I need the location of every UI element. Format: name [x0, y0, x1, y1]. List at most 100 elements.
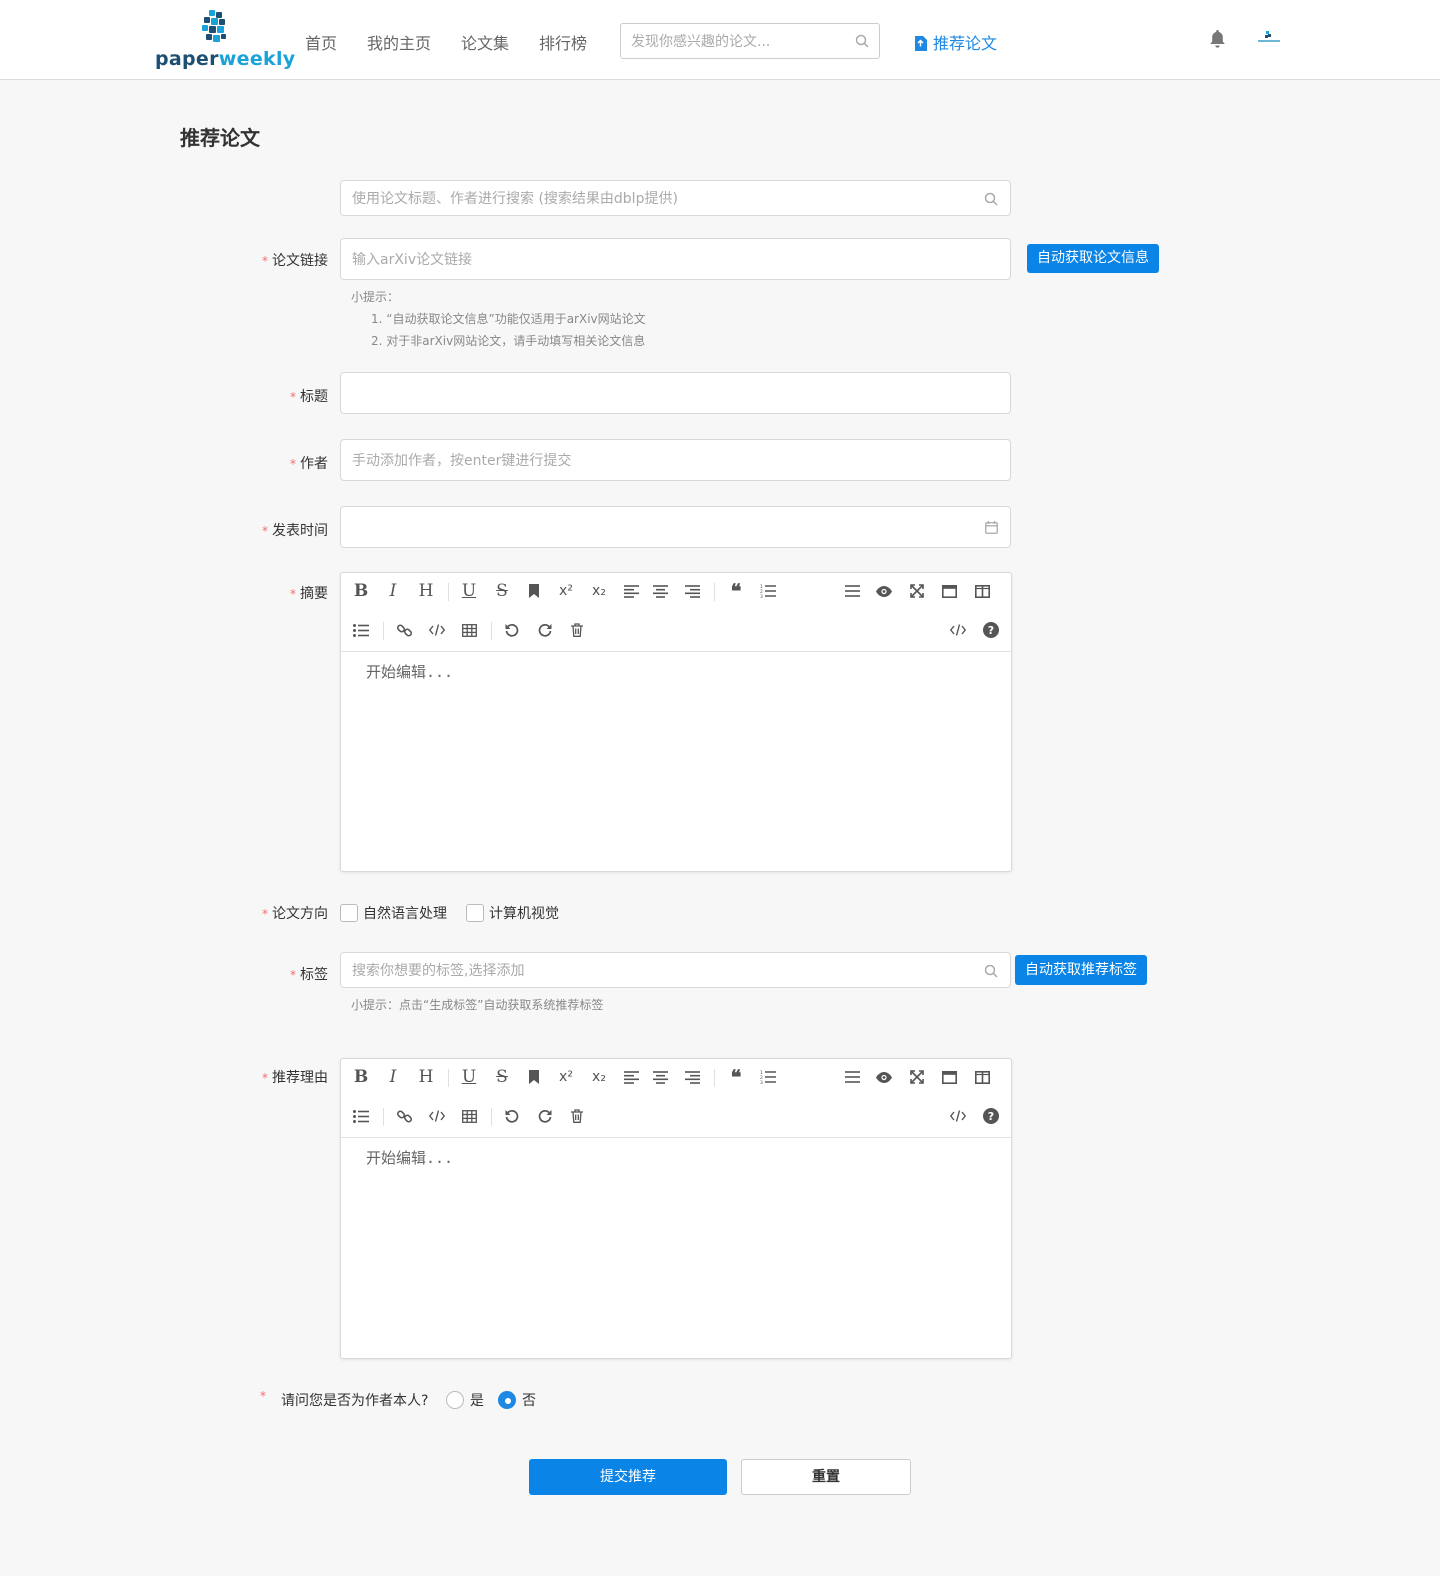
checkbox-cv[interactable] — [466, 904, 484, 922]
heading-icon[interactable]: H — [415, 580, 437, 602]
underline-icon[interactable]: U — [458, 580, 480, 602]
code-icon[interactable] — [426, 619, 448, 641]
paperweekly-logo[interactable]: paperweekly — [155, 10, 295, 72]
fullscreen-icon[interactable] — [906, 580, 928, 602]
menu-icon[interactable] — [841, 1066, 863, 1088]
heading-icon[interactable]: H — [415, 1066, 437, 1088]
search-icon[interactable] — [984, 192, 998, 206]
italic-icon[interactable]: I — [382, 580, 404, 602]
help-icon[interactable]: ? — [980, 619, 1002, 641]
undo-icon[interactable] — [501, 1105, 523, 1127]
table-icon[interactable] — [458, 619, 480, 641]
align-center-icon[interactable] — [649, 1066, 671, 1088]
align-left-icon[interactable] — [620, 580, 642, 602]
radio-no[interactable] — [498, 1391, 516, 1409]
undo-icon[interactable] — [501, 619, 523, 641]
nav-home[interactable]: 首页 — [305, 30, 337, 54]
search-icon[interactable] — [984, 964, 998, 978]
window-icon[interactable] — [938, 1066, 960, 1088]
redo-icon[interactable] — [534, 1105, 556, 1127]
header-search-input[interactable] — [631, 32, 846, 52]
reason-label: * 推荐理由 — [262, 1070, 328, 1086]
bookmark-icon[interactable] — [523, 580, 545, 602]
avatar[interactable] — [1256, 28, 1282, 48]
preview-eye-icon[interactable] — [873, 1066, 895, 1088]
search-icon[interactable] — [855, 34, 869, 48]
checkbox-nlp[interactable] — [340, 904, 358, 922]
title-input[interactable] — [352, 384, 972, 404]
publish-time-label: * 发表时间 — [262, 523, 328, 539]
svg-text:3: 3 — [760, 1080, 763, 1084]
nav-my-homepage[interactable]: 我的主页 — [367, 30, 431, 54]
paper-link-input[interactable] — [352, 250, 972, 270]
split-view-icon[interactable] — [971, 1066, 993, 1088]
auto-fetch-tags-button[interactable]: 自动获取推荐标签 — [1015, 955, 1147, 985]
quote-icon[interactable]: ❝ — [725, 1065, 747, 1089]
nav-leaderboard[interactable]: 排行榜 — [539, 30, 587, 54]
trash-icon[interactable] — [566, 1105, 588, 1127]
code-icon[interactable] — [426, 1105, 448, 1127]
menu-icon[interactable] — [841, 580, 863, 602]
superscript-icon[interactable]: x² — [555, 580, 577, 602]
bookmark-icon[interactable] — [523, 1066, 545, 1088]
publish-time-input[interactable] — [352, 518, 972, 538]
bell-icon[interactable] — [1209, 29, 1226, 49]
dblp-search-input[interactable] — [352, 189, 972, 209]
tags-input[interactable] — [352, 961, 972, 981]
authors-input[interactable] — [352, 451, 972, 471]
abstract-editor-placeholder[interactable]: 开始编辑... — [366, 661, 453, 682]
italic-icon[interactable]: I — [382, 1066, 404, 1088]
tags-box — [340, 952, 1011, 988]
bold-icon[interactable]: B — [350, 580, 372, 602]
preview-eye-icon[interactable] — [873, 580, 895, 602]
link-hint-title: 小提示： — [351, 290, 400, 304]
trash-icon[interactable] — [566, 619, 588, 641]
bold-icon[interactable]: B — [350, 1066, 372, 1088]
align-right-icon[interactable] — [681, 1066, 703, 1088]
reason-editor-toolbar: B I H U S x² x₂ ❝ 123 ? — [341, 1059, 1011, 1138]
radio-yes-label[interactable]: 是 — [470, 1390, 484, 1410]
checkbox-nlp-label[interactable]: 自然语言处理 — [363, 903, 447, 923]
align-left-icon[interactable] — [620, 1066, 642, 1088]
abstract-label: * 摘要 — [290, 586, 328, 602]
split-view-icon[interactable] — [971, 580, 993, 602]
align-right-icon[interactable] — [681, 580, 703, 602]
strikethrough-icon[interactable]: S — [491, 580, 513, 602]
underline-icon[interactable]: U — [458, 1066, 480, 1088]
top-navbar: paperweekly 首页 我的主页 论文集 排行榜 推荐论文 — [0, 0, 1440, 80]
svg-text:3: 3 — [760, 594, 763, 598]
redo-icon[interactable] — [534, 619, 556, 641]
submit-recommend-button[interactable]: 提交推荐 — [529, 1459, 727, 1495]
strikethrough-icon[interactable]: S — [491, 1066, 513, 1088]
fullscreen-icon[interactable] — [906, 1066, 928, 1088]
table-icon[interactable] — [458, 1105, 480, 1127]
subscript-icon[interactable]: x₂ — [588, 1066, 610, 1088]
html-source-icon[interactable] — [947, 619, 969, 641]
quote-icon[interactable]: ❝ — [725, 579, 747, 603]
tags-hint: 小提示：点击“生成标签”自动获取系统推荐标签 — [351, 998, 604, 1012]
superscript-icon[interactable]: x² — [555, 1066, 577, 1088]
ordered-list-icon[interactable]: 123 — [757, 580, 779, 602]
authors-box — [340, 439, 1011, 481]
ordered-list-icon[interactable]: 123 — [757, 1066, 779, 1088]
link-icon[interactable] — [393, 1105, 415, 1127]
link-icon[interactable] — [393, 619, 415, 641]
reason-editor-placeholder[interactable]: 开始编辑... — [366, 1147, 453, 1168]
html-source-icon[interactable] — [947, 1105, 969, 1127]
radio-no-label[interactable]: 否 — [522, 1390, 536, 1410]
checkbox-cv-label[interactable]: 计算机视觉 — [489, 903, 559, 923]
bullet-list-icon[interactable] — [350, 1105, 372, 1127]
nav-paper-collections[interactable]: 论文集 — [461, 30, 509, 54]
recommend-paper-link[interactable]: 推荐论文 — [914, 30, 997, 54]
calendar-icon[interactable] — [985, 521, 998, 534]
auto-fetch-paper-button[interactable]: 自动获取论文信息 — [1027, 244, 1159, 273]
authors-label: * 作者 — [290, 456, 328, 472]
bullet-list-icon[interactable] — [350, 619, 372, 641]
window-icon[interactable] — [938, 580, 960, 602]
align-center-icon[interactable] — [649, 580, 671, 602]
help-icon[interactable]: ? — [980, 1105, 1002, 1127]
reason-editor: B I H U S x² x₂ ❝ 123 ? 开始编辑... — [340, 1058, 1012, 1359]
reset-button[interactable]: 重置 — [741, 1459, 911, 1495]
radio-yes[interactable] — [446, 1391, 464, 1409]
subscript-icon[interactable]: x₂ — [588, 580, 610, 602]
